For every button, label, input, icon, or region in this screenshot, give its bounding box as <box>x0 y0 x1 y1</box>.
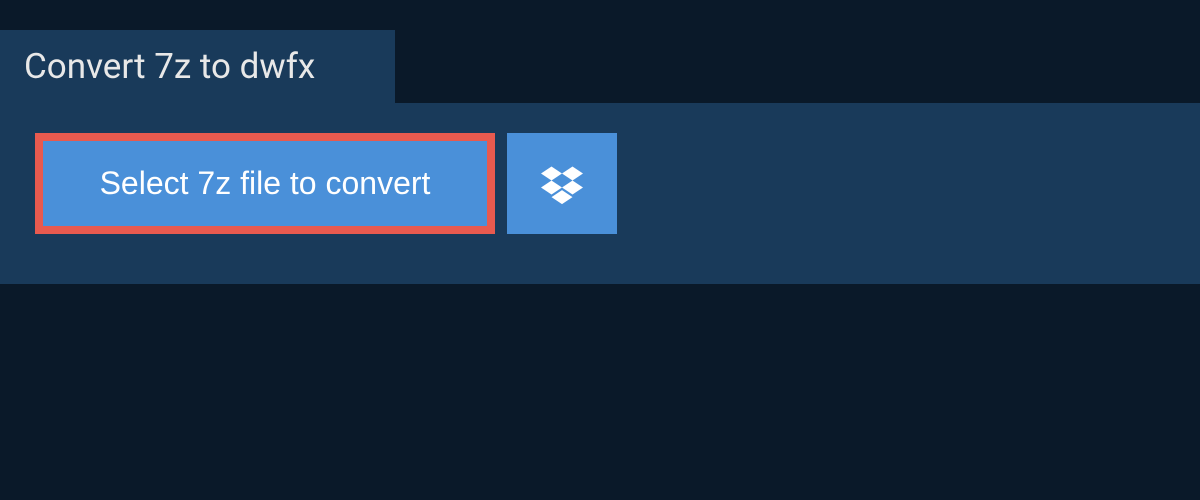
select-file-label: Select 7z file to convert <box>100 165 431 202</box>
button-row: Select 7z file to convert <box>35 133 1165 234</box>
main-panel: Select 7z file to convert <box>0 103 1200 284</box>
dropbox-icon <box>541 163 583 205</box>
dropbox-button[interactable] <box>507 133 617 234</box>
page-title: Convert 7z to dwfx <box>0 30 395 103</box>
select-file-button[interactable]: Select 7z file to convert <box>35 133 495 234</box>
